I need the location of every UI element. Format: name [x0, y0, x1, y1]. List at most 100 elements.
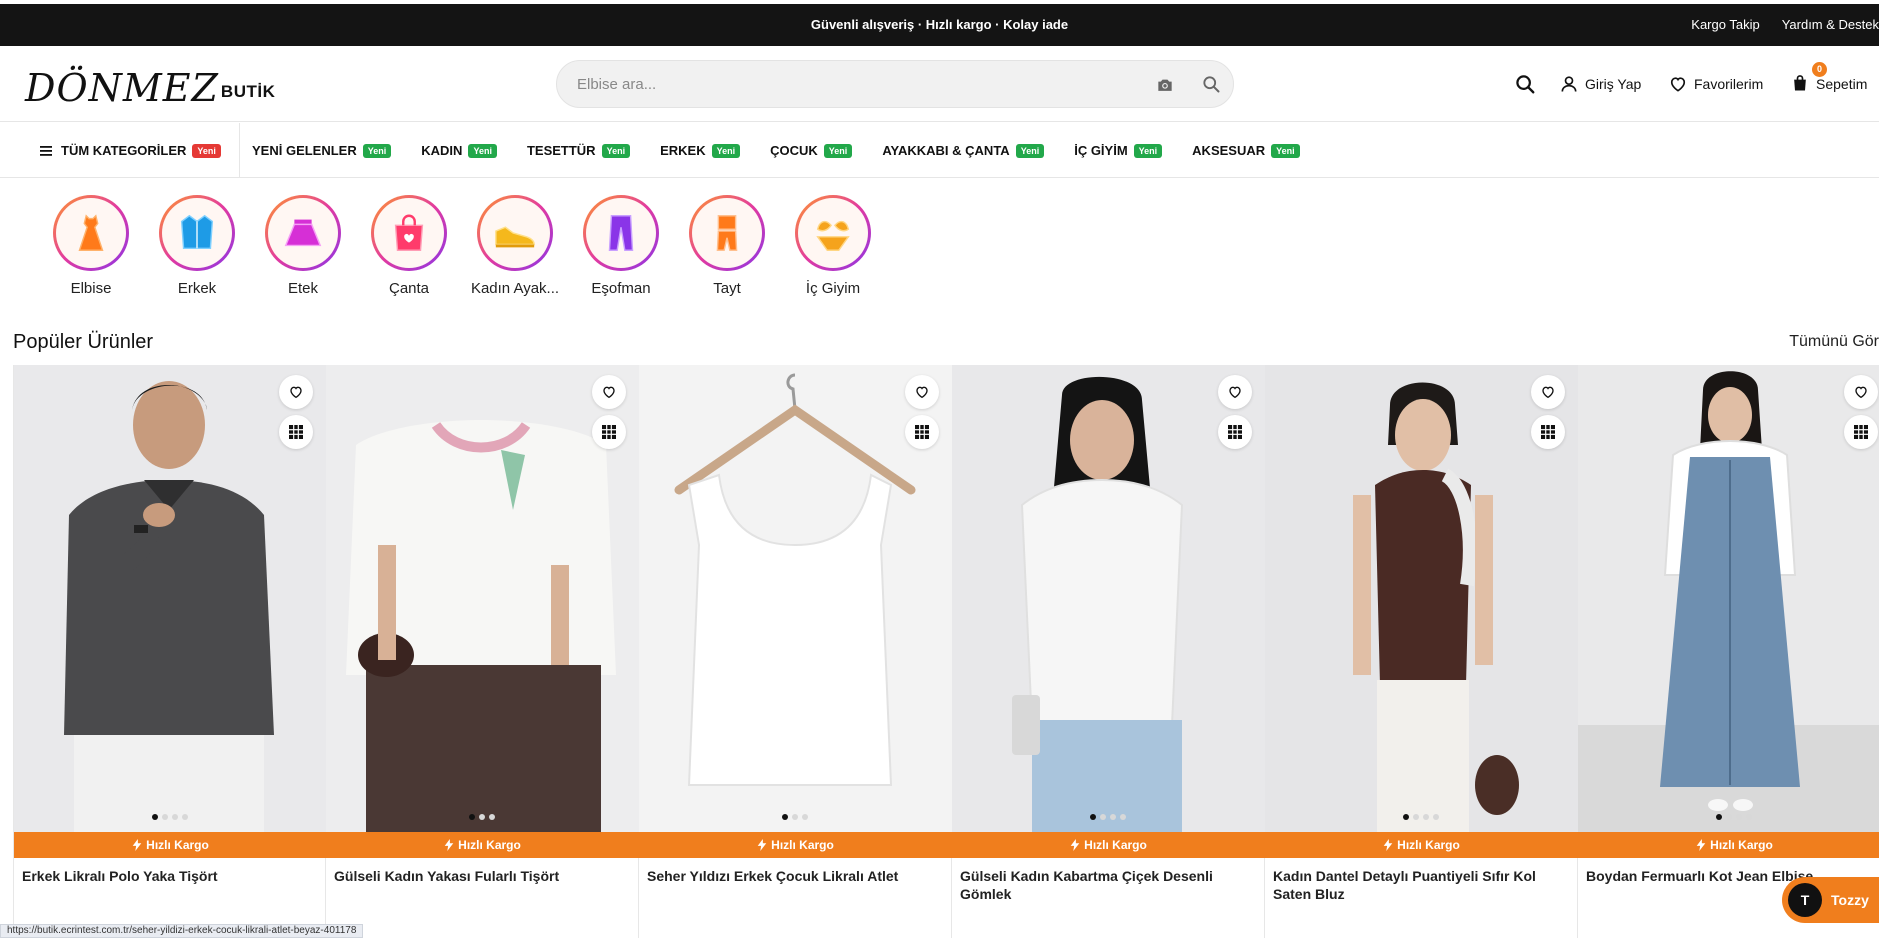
main-navigation: TÜM KATEGORİLER Yeni YENİ GELENLER Yeni K… [0, 123, 1879, 178]
lightning-icon [1696, 839, 1706, 851]
category-elbise[interactable]: Elbise [38, 195, 144, 300]
pagination-dot[interactable] [1413, 814, 1419, 820]
add-to-favorites-button[interactable] [592, 375, 626, 409]
nav-item-ic-giyim[interactable]: İÇ GİYİM Yeni [1074, 143, 1163, 158]
search-input[interactable] [577, 61, 1117, 107]
nav-item-kadin[interactable]: KADIN Yeni [421, 143, 497, 158]
pagination-dot[interactable] [469, 814, 475, 820]
pagination-dot[interactable] [151, 814, 158, 820]
quick-view-button[interactable] [1218, 415, 1252, 449]
lightning-icon [1070, 839, 1080, 851]
quick-view-button[interactable] [1844, 415, 1878, 449]
heart-icon [1229, 386, 1241, 399]
product-name[interactable]: Gülseli Kadın Kabartma Çiçek Desenli Göm… [960, 867, 1250, 903]
pagination-dot[interactable] [1726, 814, 1732, 820]
category-erkek[interactable]: Erkek [144, 195, 250, 300]
product-name[interactable]: Seher Yıldızı Erkek Çocuk Likralı Atlet [647, 867, 937, 885]
product-name[interactable]: Gülseli Kadın Yakası Fularlı Tişört [334, 867, 624, 885]
add-to-favorites-button[interactable] [279, 375, 313, 409]
category-ring [795, 195, 871, 271]
pagination-dot[interactable] [161, 814, 168, 820]
login-button[interactable]: Giriş Yap [1559, 72, 1641, 96]
search-icon[interactable] [1201, 74, 1221, 94]
header-search-button[interactable] [1514, 72, 1542, 96]
product-image[interactable] [1578, 365, 1879, 832]
cart-button[interactable]: 0 Sepetim [1790, 61, 1867, 96]
lightning-icon [444, 839, 454, 851]
nav-item-yeni-gelenler[interactable]: YENİ GELENLER Yeni [252, 143, 392, 158]
add-to-favorites-button[interactable] [905, 375, 939, 409]
product-card[interactable]: Hızlı Kargo Kadın Dantel Detaylı Puantiy… [1265, 365, 1578, 938]
quick-view-button[interactable] [279, 415, 313, 449]
add-to-favorites-button[interactable] [1218, 375, 1252, 409]
user-icon [1561, 76, 1577, 92]
pagination-dot[interactable] [1120, 814, 1126, 820]
add-to-favorites-button[interactable] [1531, 375, 1565, 409]
product-carousel: Hızlı Kargo Erkek Likralı Polo Yaka Tişö… [13, 365, 1879, 938]
image-pagination-dots [14, 814, 325, 820]
fast-shipping-badge: Hızlı Kargo [14, 832, 327, 858]
product-card[interactable]: Hızlı Kargo Erkek Likralı Polo Yaka Tişö… [13, 365, 327, 938]
category-kadin-ayakkabi[interactable]: Kadın Ayak... [462, 195, 568, 300]
nav-item-tesettur[interactable]: TESETTÜR Yeni [527, 143, 631, 158]
fast-shipping-badge: Hızlı Kargo [952, 832, 1265, 858]
product-card[interactable]: Hızlı Kargo Seher Yıldızı Erkek Çocuk Li… [639, 365, 952, 938]
chat-widget-button[interactable]: T Tozzy [1782, 877, 1879, 923]
pants-icon [608, 215, 634, 251]
quick-view-button[interactable] [905, 415, 939, 449]
pagination-dot[interactable] [1100, 814, 1106, 820]
pagination-dot[interactable] [489, 814, 495, 820]
favorites-button[interactable]: Favorilerim [1668, 72, 1763, 96]
pagination-dot[interactable] [181, 814, 188, 820]
product-name[interactable]: Erkek Likralı Polo Yaka Tişört [22, 867, 312, 885]
category-tayt[interactable]: Tayt [674, 195, 780, 300]
help-support-link[interactable]: Yardım & Destek [1782, 17, 1879, 32]
quick-view-button[interactable] [592, 415, 626, 449]
nav-item-cocuk[interactable]: ÇOCUK Yeni [770, 143, 853, 158]
site-logo[interactable]: DÖNMEZ BUTİK [25, 60, 275, 110]
category-canta[interactable]: Çanta [356, 195, 462, 300]
pagination-dot[interactable] [1403, 814, 1409, 820]
category-ic-giyim[interactable]: İç Giyim [780, 195, 886, 300]
fast-shipping-badge: Hızlı Kargo [326, 832, 639, 858]
nav-item-label: KADIN [421, 143, 463, 158]
quick-view-button[interactable] [1531, 415, 1565, 449]
bikini-icon [816, 220, 850, 251]
pagination-dot[interactable] [782, 814, 788, 820]
nav-items: YENİ GELENLER Yeni KADIN Yeni TESETTÜR Yeni… [252, 123, 1330, 178]
category-etek[interactable]: Etek [250, 195, 356, 300]
see-all-link[interactable]: Tümünü Gör [1789, 333, 1879, 351]
category-icon-wrap [586, 198, 656, 268]
pagination-dot[interactable] [1716, 814, 1722, 820]
menu-icon [40, 145, 52, 156]
pagination-dot[interactable] [1736, 814, 1742, 820]
pagination-dot[interactable] [1746, 814, 1752, 820]
pagination-dot[interactable] [1110, 814, 1116, 820]
camera-icon[interactable] [1155, 75, 1175, 95]
pagination-dot[interactable] [802, 814, 808, 820]
heart-icon [290, 386, 302, 399]
browser-status-url: https://butik.ecrintest.com.tr/seher-yil… [0, 924, 364, 938]
pagination-dot[interactable] [1423, 814, 1429, 820]
fast-shipping-label: Hızlı Kargo [458, 838, 521, 852]
category-esofman[interactable]: Eşofman [568, 195, 674, 300]
all-categories-button[interactable]: TÜM KATEGORİLER Yeni [40, 123, 240, 178]
nav-item-ayakkabi-canta[interactable]: AYAKKABI & ÇANTA Yeni [882, 143, 1045, 158]
nav-item-aksesuar[interactable]: AKSESUAR Yeni [1192, 143, 1300, 158]
pagination-dot[interactable] [171, 814, 178, 820]
cart-icon-wrap: 0 [1790, 61, 1827, 96]
pagination-dot[interactable] [1433, 814, 1439, 820]
popular-products-header: Popüler Ürünler Tümünü Gör [13, 331, 1879, 361]
product-name[interactable]: Kadın Dantel Detaylı Puantiyeli Sıfır Ko… [1273, 867, 1563, 903]
add-to-favorites-button[interactable] [1844, 375, 1878, 409]
pagination-dot[interactable] [479, 814, 485, 820]
nav-item-erkek[interactable]: ERKEK Yeni [660, 143, 741, 158]
pagination-dot[interactable] [1090, 814, 1096, 820]
product-card[interactable]: Hızlı Kargo Gülseli Kadın Kabartma Çiçek… [952, 365, 1265, 938]
kargo-takip-link[interactable]: Kargo Takip [1691, 17, 1759, 32]
fast-shipping-badge: Hızlı Kargo [1578, 832, 1879, 858]
product-card[interactable]: Hızlı Kargo Gülseli Kadın Yakası Fularlı… [326, 365, 639, 938]
logo-word: BUTİK [220, 82, 276, 101]
pagination-dot[interactable] [792, 814, 798, 820]
product-card[interactable]: Hızlı Kargo Boydan Fermuarlı Kot Jean El… [1578, 365, 1879, 938]
